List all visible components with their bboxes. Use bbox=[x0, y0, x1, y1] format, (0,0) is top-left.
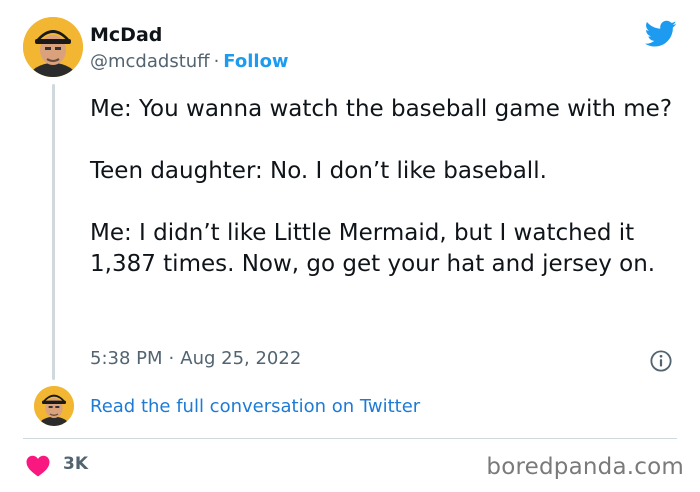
follow-button[interactable]: Follow bbox=[223, 51, 288, 72]
divider bbox=[23, 438, 677, 439]
twitter-bird-icon[interactable] bbox=[645, 20, 677, 48]
tweet-paragraph-2: Teen daughter: No. I don’t like baseball… bbox=[90, 158, 547, 184]
author-avatar[interactable] bbox=[23, 17, 83, 77]
tweet-date: Aug 25, 2022 bbox=[180, 348, 302, 369]
separator-dot: · bbox=[213, 51, 220, 72]
tweet-card: McDad @mcdadstuff · Follow Me: You wanna w… bbox=[0, 0, 700, 492]
tweet-paragraph-3: Me: I didn’t like Little Mermaid, but I … bbox=[90, 220, 656, 277]
like-count: 3K bbox=[63, 454, 89, 474]
avatar-image-small bbox=[34, 386, 74, 426]
info-icon[interactable] bbox=[650, 350, 672, 372]
thread-line bbox=[52, 84, 55, 380]
handle-row: @mcdadstuff · Follow bbox=[90, 51, 289, 72]
heart-icon[interactable] bbox=[26, 455, 50, 477]
tweet-paragraph-1: Me: You wanna watch the baseball game wi… bbox=[90, 96, 673, 122]
timestamp-separator: · bbox=[168, 348, 175, 369]
conversation-avatar[interactable] bbox=[34, 386, 74, 426]
watermark: boredpanda.com bbox=[486, 454, 684, 480]
read-conversation-link[interactable]: Read the full conversation on Twitter bbox=[90, 396, 420, 417]
avatar-image bbox=[23, 17, 83, 77]
author-name[interactable]: McDad bbox=[90, 24, 162, 46]
tweet-time: 5:38 PM bbox=[90, 348, 163, 369]
tweet-text: Me: You wanna watch the baseball game wi… bbox=[90, 94, 680, 280]
author-handle[interactable]: @mcdadstuff bbox=[90, 51, 210, 72]
tweet-timestamp[interactable]: 5:38 PM · Aug 25, 2022 bbox=[90, 348, 301, 369]
